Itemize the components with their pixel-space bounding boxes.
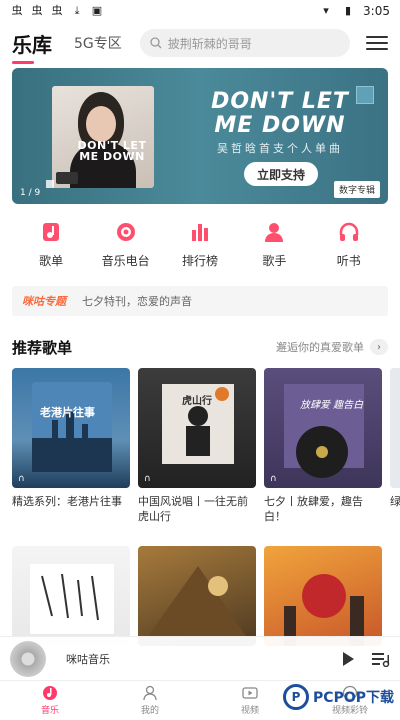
playlist-row: 老港片往事 ∩ 精选系列：老港片往事 虎山行 ∩ 中国风说唱丨一往无前虎山行 放… bbox=[12, 368, 400, 528]
category-nav: 歌单 音乐电台 排行榜 歌手 听书 bbox=[0, 220, 400, 276]
playlist-cover: 虎山行 ∩ bbox=[138, 368, 256, 488]
search-input[interactable]: 披荆斩棘的哥哥 bbox=[139, 29, 350, 57]
headphones-icon: ∩ bbox=[144, 474, 151, 484]
section-title: 推荐歌单 bbox=[12, 338, 73, 357]
tab-music[interactable]: 音乐 bbox=[0, 681, 100, 720]
tab-profile[interactable]: 我的 bbox=[100, 681, 200, 720]
wifi-icon: ▾ bbox=[323, 4, 329, 17]
radio-image bbox=[56, 172, 78, 184]
playlist-cover: 放肆爱 趣告白 ∩ bbox=[264, 368, 382, 488]
playlist-queue-icon[interactable] bbox=[372, 651, 390, 667]
tab-label: 音乐 bbox=[40, 706, 59, 716]
banner-subtitle: 吴哲晗首支个人单曲 bbox=[217, 142, 343, 155]
mini-player[interactable]: 咪咕音乐 bbox=[0, 636, 400, 680]
playlist-card[interactable]: 虎山行 ∩ 中国风说唱丨一往无前虎山行 bbox=[138, 368, 256, 528]
album-cover: DON'T LET ME DOWN bbox=[52, 86, 154, 188]
menu-icon[interactable] bbox=[366, 36, 388, 50]
playlist-icon bbox=[43, 223, 60, 241]
battery-icon: ▮ bbox=[345, 4, 352, 17]
page-title-text: 乐库 bbox=[12, 32, 52, 57]
search-placeholder: 披荆斩棘的哥哥 bbox=[167, 36, 252, 51]
banner-carousel[interactable]: DON'T LET ME DOWN DON'T LET ME DOWN 吴哲晗首… bbox=[12, 68, 388, 204]
playlist-caption: 精选系列：老港片往事 bbox=[12, 495, 122, 508]
chart-icon bbox=[191, 224, 208, 241]
playlist-card[interactable] bbox=[264, 546, 382, 646]
category-radio[interactable]: 音乐电台 bbox=[94, 220, 158, 276]
video-icon bbox=[242, 687, 258, 699]
player-title: 咪咕音乐 bbox=[66, 652, 110, 666]
playlist-caption: 绿净 bbox=[390, 495, 400, 508]
category-playlist[interactable]: 歌单 bbox=[19, 220, 83, 276]
banner-decoration bbox=[46, 180, 54, 188]
play-icon[interactable] bbox=[340, 651, 356, 667]
category-label: 歌手 bbox=[262, 254, 287, 268]
cover-text: 老港片往事 bbox=[40, 406, 95, 419]
banner-page-indicator: 1 / 9 bbox=[20, 188, 41, 198]
more-link[interactable]: 邂逅你的真爱歌单 › bbox=[276, 339, 388, 355]
music-icon bbox=[43, 686, 57, 700]
playlist-cover: 老港片往事 ∩ bbox=[12, 368, 130, 488]
album-disc-icon[interactable] bbox=[10, 640, 46, 677]
singer-icon bbox=[265, 223, 284, 242]
playlist-caption: 七夕丨放肆爱，趣告白！ bbox=[264, 495, 363, 523]
category-audiobook[interactable]: 听书 bbox=[317, 220, 381, 276]
tab-label: 视频 bbox=[240, 706, 259, 716]
watermark-logo: P PCPOP下载 bbox=[283, 684, 394, 710]
radio-icon bbox=[116, 223, 135, 241]
tab-label: 我的 bbox=[140, 706, 159, 716]
active-tab-indicator bbox=[12, 60, 34, 64]
playlist-cover bbox=[390, 368, 400, 488]
profile-icon bbox=[143, 685, 157, 701]
page-title[interactable]: 乐库 bbox=[12, 29, 52, 64]
notification-icon: 虫 bbox=[51, 4, 63, 17]
file-icon: ▣ bbox=[91, 4, 103, 17]
category-label: 排行榜 bbox=[181, 254, 218, 268]
category-singer[interactable]: 歌手 bbox=[242, 220, 306, 276]
playlist-card[interactable]: 老港片往事 ∩ 精选系列：老港片往事 bbox=[12, 368, 130, 528]
category-label: 歌单 bbox=[39, 254, 64, 268]
category-label: 听书 bbox=[336, 254, 361, 268]
playlist-card[interactable] bbox=[138, 546, 256, 646]
playlist-card[interactable]: 放肆爱 趣告白 ∩ 七夕丨放肆爱，趣告白！ bbox=[264, 368, 382, 528]
chevron-right-icon: › bbox=[370, 339, 388, 355]
status-bar: 虫 虫 虫 ⤓ ▣ ▾ ▮ 3:05 bbox=[0, 0, 400, 22]
download-icon: ⤓ bbox=[74, 4, 80, 17]
category-label: 音乐电台 bbox=[101, 254, 150, 268]
playlist-card[interactable]: 绿净 bbox=[390, 368, 400, 528]
headphones-icon bbox=[339, 222, 358, 241]
playlist-caption: 中国风说唱丨一往无前虎山行 bbox=[138, 495, 248, 523]
headphones-icon: ∩ bbox=[18, 474, 25, 484]
topic-tag: 咪咕专题 bbox=[22, 295, 66, 308]
cover-text: 放肆爱 趣告白 bbox=[300, 400, 364, 411]
top-header: 乐库 5G专区 披荆斩棘的哥哥 bbox=[0, 26, 400, 64]
headphones-icon: ∩ bbox=[270, 474, 277, 484]
watermark-text: PCPOP下载 bbox=[313, 690, 394, 706]
digital-album-badge: 数字专辑 bbox=[333, 181, 380, 198]
more-link-text: 邂逅你的真爱歌单 bbox=[276, 341, 364, 354]
notification-icon: 虫 bbox=[11, 4, 23, 17]
search-icon bbox=[150, 37, 162, 49]
banner-title: DON'T LET ME DOWN bbox=[211, 89, 349, 138]
cover-text: 虎山行 bbox=[182, 396, 212, 407]
playlist-card[interactable] bbox=[12, 546, 130, 646]
support-button[interactable]: 立即支持 bbox=[244, 162, 318, 186]
topic-notice[interactable]: 咪咕专题 七夕特刊，恋爱的声音 bbox=[12, 286, 388, 316]
topic-text: 七夕特刊，恋爱的声音 bbox=[82, 295, 192, 308]
playlist-row bbox=[12, 546, 400, 646]
album-cover-text: DON'T LET ME DOWN bbox=[77, 139, 147, 163]
watermark-icon: P bbox=[283, 684, 310, 710]
status-time: 3:05 bbox=[363, 4, 390, 18]
recommended-playlists-header: 推荐歌单 邂逅你的真爱歌单 › bbox=[12, 336, 388, 358]
notification-icon: 虫 bbox=[31, 4, 43, 17]
category-chart[interactable]: 排行榜 bbox=[168, 220, 232, 276]
tab-5g[interactable]: 5G专区 bbox=[74, 33, 122, 53]
